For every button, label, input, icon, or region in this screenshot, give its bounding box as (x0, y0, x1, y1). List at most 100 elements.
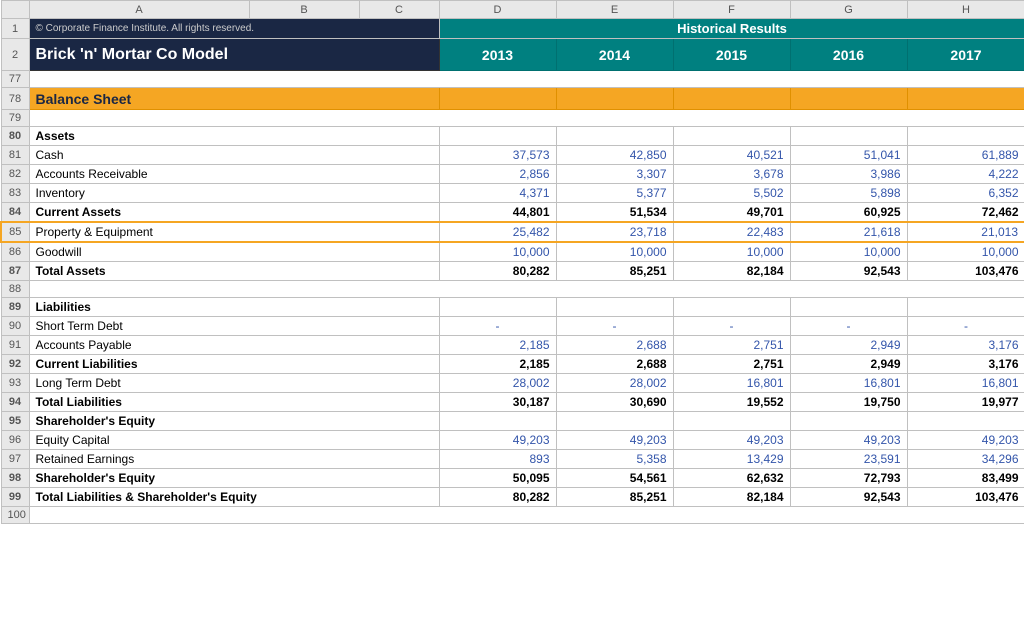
ec-2014: 49,203 (556, 431, 673, 450)
ca-2017: 72,462 (907, 203, 1024, 223)
std-2014: - (556, 317, 673, 336)
se-2013: 50,095 (439, 469, 556, 488)
ta-2015: 82,184 (673, 262, 790, 281)
ar-2017: 4,222 (907, 165, 1024, 184)
gw-2017: 10,000 (907, 242, 1024, 262)
row-num-2: 2 (1, 39, 29, 71)
tl-2014: 30,690 (556, 393, 673, 412)
ap-2016: 2,949 (790, 336, 907, 355)
se-2014: 54,561 (556, 469, 673, 488)
row-92-cl: 92 Current Liabilities 2,185 2,688 2,751… (1, 355, 1024, 374)
year-2015: 2015 (673, 39, 790, 71)
row-94-tl: 94 Total Liabilities 30,187 30,690 19,55… (1, 393, 1024, 412)
row-1: 1 © Corporate Finance Institute. All rig… (1, 19, 1024, 39)
row-90-std: 90 Short Term Debt - - - - - (1, 317, 1024, 336)
re-2016: 23,591 (790, 450, 907, 469)
ca-2015: 49,701 (673, 203, 790, 223)
ap-2015: 2,751 (673, 336, 790, 355)
ta-2014: 85,251 (556, 262, 673, 281)
row-95-se-label: 95 Shareholder's Equity (1, 412, 1024, 431)
ta-2016: 92,543 (790, 262, 907, 281)
cash-2013: 37,573 (439, 146, 556, 165)
inv-2015: 5,502 (673, 184, 790, 203)
ca-2013: 44,801 (439, 203, 556, 223)
cash-2014: 42,850 (556, 146, 673, 165)
cl-label: Current Liabilities (29, 355, 439, 374)
tl-2017: 19,977 (907, 393, 1024, 412)
ar-label: Accounts Receivable (29, 165, 439, 184)
tlse-2017: 103,476 (907, 488, 1024, 507)
tlse-2014: 85,251 (556, 488, 673, 507)
re-2017: 34,296 (907, 450, 1024, 469)
ltd-2017: 16,801 (907, 374, 1024, 393)
row-79: 79 (1, 110, 1024, 127)
cash-label: Cash (29, 146, 439, 165)
row-80-assets: 80 Assets (1, 127, 1024, 146)
cl-2014: 2,688 (556, 355, 673, 374)
std-2015: - (673, 317, 790, 336)
ltd-2014: 28,002 (556, 374, 673, 393)
gw-2013: 10,000 (439, 242, 556, 262)
row-89-liabilities: 89 Liabilities (1, 298, 1024, 317)
re-2013: 893 (439, 450, 556, 469)
ltd-label: Long Term Debt (29, 374, 439, 393)
ta-2017: 103,476 (907, 262, 1024, 281)
col-header-b: B (249, 1, 359, 19)
cash-2016: 51,041 (790, 146, 907, 165)
pe-2017: 21,013 (907, 222, 1024, 242)
row-84-current-assets: 84 Current Assets 44,801 51,534 49,701 6… (1, 203, 1024, 223)
gw-2015: 10,000 (673, 242, 790, 262)
ec-label: Equity Capital (29, 431, 439, 450)
re-2015: 13,429 (673, 450, 790, 469)
total-assets-label: Total Assets (29, 262, 439, 281)
col-header-h: H (907, 1, 1024, 19)
tlse-label: Total Liabilities & Shareholder's Equity (29, 488, 439, 507)
current-assets-label: Current Assets (29, 203, 439, 223)
std-label: Short Term Debt (29, 317, 439, 336)
ec-2013: 49,203 (439, 431, 556, 450)
col-header-d: D (439, 1, 556, 19)
se-total-label: Shareholder's Equity (29, 469, 439, 488)
cash-2017: 61,889 (907, 146, 1024, 165)
copyright-cell: © Corporate Finance Institute. All right… (29, 19, 439, 39)
std-2016: - (790, 317, 907, 336)
tl-2013: 30,187 (439, 393, 556, 412)
balance-sheet-label: Balance Sheet (29, 88, 439, 110)
ar-2013: 2,856 (439, 165, 556, 184)
row-82-ar: 82 Accounts Receivable 2,856 3,307 3,678… (1, 165, 1024, 184)
se-2015: 62,632 (673, 469, 790, 488)
col-header-e: E (556, 1, 673, 19)
row-86-goodwill: 86 Goodwill 10,000 10,000 10,000 10,000 … (1, 242, 1024, 262)
cash-2015: 40,521 (673, 146, 790, 165)
cl-2017: 3,176 (907, 355, 1024, 374)
ar-2015: 3,678 (673, 165, 790, 184)
ltd-2013: 28,002 (439, 374, 556, 393)
se-label: Shareholder's Equity (29, 412, 439, 431)
inventory-label: Inventory (29, 184, 439, 203)
assets-label: Assets (29, 127, 439, 146)
ar-2016: 3,986 (790, 165, 907, 184)
row-83-inventory: 83 Inventory 4,371 5,377 5,502 5,898 6,3… (1, 184, 1024, 203)
inv-2013: 4,371 (439, 184, 556, 203)
std-2017: - (907, 317, 1024, 336)
ec-2016: 49,203 (790, 431, 907, 450)
ap-2014: 2,688 (556, 336, 673, 355)
row-77: 77 (1, 71, 1024, 88)
row-87-total-assets: 87 Total Assets 80,282 85,251 82,184 92,… (1, 262, 1024, 281)
std-2013: - (439, 317, 556, 336)
col-header-a: A (29, 1, 249, 19)
col-header-c: C (359, 1, 439, 19)
row-96-ec: 96 Equity Capital 49,203 49,203 49,203 4… (1, 431, 1024, 450)
gw-2014: 10,000 (556, 242, 673, 262)
ltd-2015: 16,801 (673, 374, 790, 393)
ar-2014: 3,307 (556, 165, 673, 184)
pe-2014: 23,718 (556, 222, 673, 242)
tl-label: Total Liabilities (29, 393, 439, 412)
cl-2016: 2,949 (790, 355, 907, 374)
se-2017: 83,499 (907, 469, 1024, 488)
row-99-tlse: 99 Total Liabilities & Shareholder's Equ… (1, 488, 1024, 507)
inv-2016: 5,898 (790, 184, 907, 203)
pe-2013: 25,482 (439, 222, 556, 242)
ec-2015: 49,203 (673, 431, 790, 450)
year-2017: 2017 (907, 39, 1024, 71)
